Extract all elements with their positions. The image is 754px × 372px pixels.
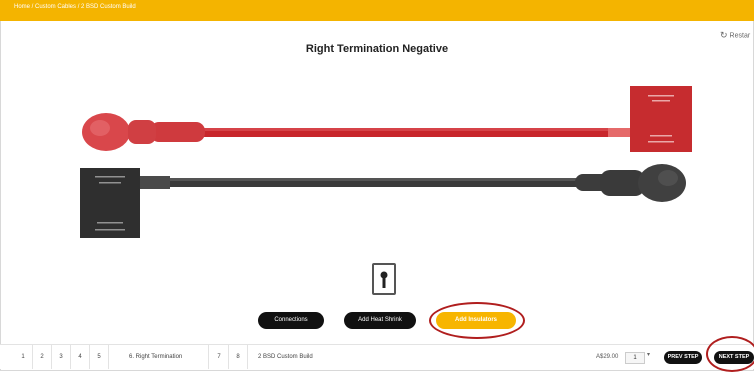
- build-name: 2 BSD Custom Build: [258, 354, 313, 360]
- highlight-ring-insulators: [429, 302, 525, 339]
- step-4[interactable]: 4: [71, 345, 90, 369]
- prev-step-button[interactable]: PREV STEP: [664, 351, 702, 364]
- quantity-dropdown-icon[interactable]: ▾: [647, 351, 650, 358]
- step-6-current[interactable]: 6. Right Termination: [109, 345, 209, 369]
- termination-option-thumbnail[interactable]: [372, 263, 396, 295]
- step-7[interactable]: 7: [210, 345, 229, 369]
- price: A$29.00: [596, 354, 619, 360]
- step-8[interactable]: 8: [229, 345, 248, 369]
- red-cable: [82, 86, 692, 152]
- step-bar: 1 2 3 4 5 6. Right Termination 7 8 2 BSD…: [0, 344, 754, 369]
- highlight-ring-next-step: [706, 336, 754, 372]
- step-3[interactable]: 3: [52, 345, 71, 369]
- step-5[interactable]: 5: [90, 345, 109, 369]
- add-heat-shrink-button[interactable]: Add Heat Shrink: [344, 312, 416, 329]
- step-2[interactable]: 2: [33, 345, 52, 369]
- step-1[interactable]: 1: [14, 345, 33, 369]
- connections-button[interactable]: Connections: [258, 312, 324, 329]
- quantity-input[interactable]: 1: [625, 352, 645, 364]
- cable-end-icon: [380, 271, 388, 288]
- black-cable: [80, 164, 686, 238]
